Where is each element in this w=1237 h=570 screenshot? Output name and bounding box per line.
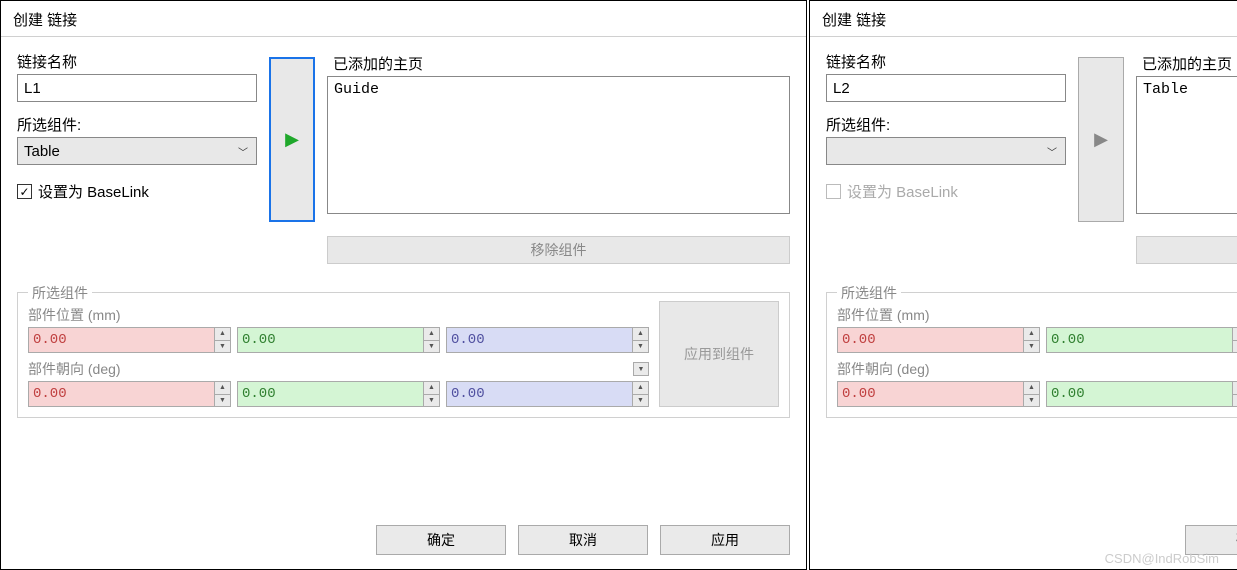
position-label: 部件位置 (mm) — [837, 305, 1237, 325]
spin-down-icon[interactable]: ▼ — [215, 394, 230, 407]
spinner-input[interactable] — [238, 382, 423, 406]
spin-down-icon[interactable]: ▼ — [1024, 340, 1039, 353]
dropdown-value: Table — [24, 143, 60, 160]
spinner-blue[interactable]: ▲ ▼ — [446, 327, 649, 353]
component-dropdown[interactable]: ﹀ — [826, 137, 1066, 165]
spin-down-icon[interactable]: ▼ — [1233, 394, 1237, 407]
spinner-buttons[interactable]: ▲ ▼ — [214, 328, 230, 352]
added-pages-label: 已添加的主页 — [1142, 53, 1237, 74]
add-arrow-button[interactable]: ▶ — [269, 57, 315, 222]
orientation-label: 部件朝向 (deg) — [837, 359, 930, 379]
spinner-blue[interactable]: ▲ ▼ — [446, 381, 649, 407]
spin-up-icon[interactable]: ▲ — [215, 328, 230, 340]
spin-down-icon[interactable]: ▼ — [1233, 340, 1237, 353]
spinner-green[interactable]: ▲ ▼ — [237, 327, 440, 353]
spin-up-icon[interactable]: ▲ — [1233, 382, 1237, 394]
spin-up-icon[interactable]: ▲ — [424, 382, 439, 394]
arrow-right-icon: ▶ — [1094, 129, 1108, 150]
spinner-buttons[interactable]: ▲ ▼ — [423, 328, 439, 352]
link-name-input[interactable] — [17, 74, 257, 102]
component-label: 所选组件: — [17, 114, 257, 135]
dialog-title: 创建 链接 — [810, 1, 1237, 37]
spin-up-icon[interactable]: ▲ — [1024, 382, 1039, 394]
spinner-green[interactable]: ▲ ▼ — [237, 381, 440, 407]
spinner-input[interactable] — [29, 382, 214, 406]
arrow-right-icon: ▶ — [285, 129, 299, 150]
spinner-input[interactable] — [447, 382, 632, 406]
spinner-red[interactable]: ▲ ▼ — [28, 327, 231, 353]
spinner-red[interactable]: ▲ ▼ — [28, 381, 231, 407]
chevron-down-icon: ﹀ — [238, 144, 248, 159]
list-item[interactable]: Guide — [334, 81, 783, 98]
spin-up-icon[interactable]: ▲ — [1024, 328, 1039, 340]
list-item[interactable]: Table — [1143, 81, 1237, 98]
spin-down-icon[interactable]: ▼ — [1024, 394, 1039, 407]
spinner-input[interactable] — [838, 328, 1023, 352]
spinner-buttons[interactable]: ▲ ▼ — [423, 382, 439, 406]
spin-up-icon[interactable]: ▲ — [215, 382, 230, 394]
spin-down-icon[interactable]: ▼ — [424, 394, 439, 407]
dialog-title: 创建 链接 — [1, 1, 806, 37]
component-label: 所选组件: — [826, 114, 1066, 135]
added-pages-list[interactable]: Table — [1136, 76, 1237, 214]
spin-down-icon[interactable]: ▼ — [633, 340, 648, 353]
ok-button[interactable]: 确定 — [376, 525, 506, 555]
spinner-buttons[interactable]: ▲ ▼ — [632, 328, 648, 352]
orientation-label: 部件朝向 (deg) — [28, 359, 121, 379]
spinner-buttons[interactable]: ▲ ▼ — [214, 382, 230, 406]
remove-component-button: 移除组件 — [1136, 236, 1237, 264]
spinner-input[interactable] — [447, 328, 632, 352]
spin-down-icon[interactable]: ▼ — [633, 394, 648, 407]
spinner-input[interactable] — [1047, 328, 1232, 352]
spinner-input[interactable] — [238, 328, 423, 352]
group-title: 所选组件 — [28, 283, 92, 303]
ok-button[interactable]: 确定 — [1185, 525, 1237, 555]
position-label: 部件位置 (mm) — [28, 305, 649, 325]
spinner-green[interactable]: ▲ ▼ — [1046, 381, 1237, 407]
spinner-buttons[interactable]: ▲ ▼ — [1023, 382, 1039, 406]
added-pages-list[interactable]: Guide — [327, 76, 790, 214]
baselink-checkbox[interactable] — [826, 184, 841, 199]
spin-up-icon[interactable]: ▲ — [633, 328, 648, 340]
add-arrow-button[interactable]: ▶ — [1078, 57, 1124, 222]
create-link-dialog: 创建 链接 链接名称 所选组件: ﹀ 设置为 BaseLink — [809, 0, 1237, 570]
spin-up-icon[interactable]: ▲ — [633, 382, 648, 394]
spinner-buttons[interactable]: ▲ ▼ — [1232, 382, 1237, 406]
remove-component-button: 移除组件 — [327, 236, 790, 264]
spinner-red[interactable]: ▲ ▼ — [837, 327, 1040, 353]
baselink-label: 设置为 BaseLink — [847, 181, 958, 202]
selected-component-group: 所选组件 部件位置 (mm) ▲ ▼ ▲ ▼ ▲ ▼ — [17, 292, 790, 418]
group-title: 所选组件 — [837, 283, 901, 303]
spinner-buttons[interactable]: ▲ ▼ — [1232, 328, 1237, 352]
spin-up-icon[interactable]: ▲ — [1233, 328, 1237, 340]
chevron-down-icon: ﹀ — [1047, 144, 1057, 159]
orientation-dropdown[interactable]: ▼ — [633, 362, 649, 376]
spinner-input[interactable] — [838, 382, 1023, 406]
spin-down-icon[interactable]: ▼ — [424, 340, 439, 353]
spinner-input[interactable] — [1047, 382, 1232, 406]
component-dropdown[interactable]: Table ﹀ — [17, 137, 257, 165]
spinner-input[interactable] — [29, 328, 214, 352]
baselink-checkbox[interactable]: ✓ — [17, 184, 32, 199]
baselink-label: 设置为 BaseLink — [38, 181, 149, 202]
selected-component-group: 所选组件 部件位置 (mm) ▲ ▼ ▲ ▼ ▲ ▼ — [826, 292, 1237, 418]
cancel-button[interactable]: 取消 — [518, 525, 648, 555]
spin-up-icon[interactable]: ▲ — [424, 328, 439, 340]
added-pages-label: 已添加的主页 — [333, 53, 790, 74]
link-name-label: 链接名称 — [17, 51, 257, 72]
link-name-label: 链接名称 — [826, 51, 1066, 72]
spinner-red[interactable]: ▲ ▼ — [837, 381, 1040, 407]
link-name-input[interactable] — [826, 74, 1066, 102]
spinner-buttons[interactable]: ▲ ▼ — [632, 382, 648, 406]
apply-to-component-button: 应用到组件 — [659, 301, 779, 407]
create-link-dialog: 创建 链接 链接名称 所选组件: Table ﹀ ✓ 设置为 BaseLink — [0, 0, 807, 570]
spinner-green[interactable]: ▲ ▼ — [1046, 327, 1237, 353]
spin-down-icon[interactable]: ▼ — [215, 340, 230, 353]
apply-button[interactable]: 应用 — [660, 525, 790, 555]
spinner-buttons[interactable]: ▲ ▼ — [1023, 328, 1039, 352]
